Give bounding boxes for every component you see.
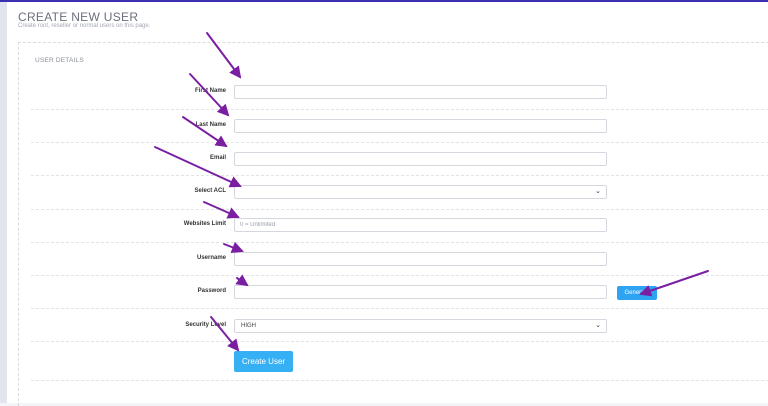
section-label: USER DETAILS: [35, 57, 84, 64]
last-name-input[interactable]: [234, 119, 607, 133]
row-divider: [31, 209, 768, 210]
sidebar-edge: [0, 2, 7, 403]
page-subtitle: Create root, reseller or normal users on…: [18, 23, 151, 29]
row-divider: [31, 380, 768, 381]
websites-limit-label: Websites Limit: [183, 221, 226, 227]
first-name-input[interactable]: [234, 85, 607, 99]
page-title: CREATE NEW USER: [18, 10, 139, 24]
content-area: CREATE NEW USER Create root, reseller or…: [7, 2, 768, 406]
email-input[interactable]: [234, 152, 607, 166]
last-name-label: Last Name: [195, 122, 226, 128]
username-input[interactable]: [234, 252, 607, 266]
chevron-down-icon: ⌄: [595, 188, 601, 195]
password-input[interactable]: [234, 285, 607, 299]
username-label: Username: [196, 255, 226, 261]
security-level-select[interactable]: HIGH ⌄: [234, 319, 607, 333]
password-label: Password: [197, 288, 226, 294]
select-acl-label: Select ACL: [194, 188, 226, 194]
acl-select[interactable]: ⌄: [234, 185, 607, 199]
row-divider: [31, 109, 768, 110]
row-divider: [31, 242, 768, 243]
email-label: Email: [209, 155, 226, 161]
security-level-selected-value: HIGH: [241, 323, 256, 329]
websites-limit-input[interactable]: [234, 218, 607, 232]
row-divider: [31, 308, 768, 309]
row-divider: [31, 275, 768, 276]
row-divider: [31, 142, 768, 143]
user-details-card: USER DETAILS First Name Last Name Email …: [18, 42, 768, 406]
chevron-down-icon: ⌄: [595, 322, 601, 329]
row-divider: [31, 175, 768, 176]
security-level-label: Security Level: [185, 322, 226, 328]
create-user-button[interactable]: Create User: [234, 351, 293, 372]
first-name-label: First Name: [194, 88, 226, 94]
generate-password-button[interactable]: Generate: [617, 286, 657, 300]
row-divider: [31, 341, 768, 342]
